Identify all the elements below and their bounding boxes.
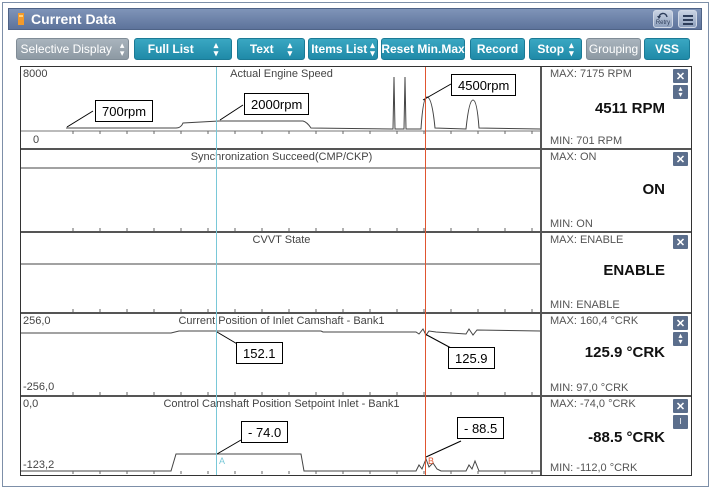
plot-sync: Synchronization Succeed(CMP/CKP) bbox=[21, 150, 542, 231]
plot-cvvt: CVVT State bbox=[21, 233, 542, 312]
plot-camshaft-setpoint: 0,0 -123,2 Control Camshaft Position Set… bbox=[21, 397, 542, 475]
stop-dropdown[interactable]: Stop ▴ ▾ bbox=[529, 38, 582, 60]
items-list-dropdown[interactable]: Items List ▴ ▾ bbox=[308, 38, 378, 60]
panel-camshaft-setpoint: 0,0 -123,2 Control Camshaft Position Set… bbox=[21, 397, 691, 475]
plot-engine-speed: 8000 0 Actual Engine Speed 700rpm 2000rp… bbox=[21, 67, 542, 148]
plot-camshaft-position: 256,0 -256,0 Current Position of Inlet C… bbox=[21, 314, 542, 395]
callout-2000rpm: 2000rpm bbox=[244, 93, 310, 115]
updown-icon[interactable]: ▴ ▾ bbox=[673, 332, 688, 346]
y-min-label: -256,0 bbox=[23, 381, 55, 393]
grouping-label: Grouping bbox=[588, 42, 639, 56]
close-icon[interactable]: ✕ bbox=[673, 316, 688, 330]
title-bar: Current Data Retry bbox=[8, 8, 702, 30]
callout-125-9: 125.9 bbox=[448, 347, 495, 369]
data-icon bbox=[18, 13, 24, 25]
menu-button[interactable] bbox=[678, 10, 697, 28]
selective-display-label: Selective Display bbox=[20, 42, 112, 56]
min-value: MIN: ENABLE bbox=[550, 299, 620, 311]
min-value: MIN: 701 RPM bbox=[550, 135, 623, 147]
current-value: ENABLE bbox=[603, 262, 665, 279]
cursor-a-label: A bbox=[219, 456, 226, 466]
info-sync: MAX: ON ON MIN: ON ✕ bbox=[544, 150, 691, 231]
max-value: MAX: 160,4 °CRK bbox=[550, 315, 639, 327]
items-list-label: Items List bbox=[311, 42, 368, 56]
panel-title: CVVT State bbox=[252, 234, 311, 246]
callout-700rpm: 700rpm bbox=[95, 100, 154, 122]
panel-camshaft-position: 256,0 -256,0 Current Position of Inlet C… bbox=[21, 314, 691, 397]
min-value: MIN: -112,0 °CRK bbox=[550, 462, 638, 474]
updown-icon: ▴ ▾ bbox=[119, 40, 125, 58]
text-label: Text bbox=[249, 42, 274, 56]
close-icon[interactable]: ✕ bbox=[673, 399, 688, 413]
current-value: 125.9 °CRK bbox=[584, 344, 665, 361]
grouping-button[interactable]: Grouping bbox=[586, 38, 641, 60]
cursor-b-label: B bbox=[428, 456, 435, 466]
record-label: Record bbox=[476, 42, 519, 56]
graph-area: 8000 0 Actual Engine Speed 700rpm 2000rp… bbox=[20, 66, 692, 476]
y-min-label: -123,2 bbox=[23, 459, 55, 471]
window-title: Current Data bbox=[31, 11, 116, 27]
close-icon[interactable]: ✕ bbox=[673, 235, 688, 249]
updown-icon: ▴ ▾ bbox=[370, 40, 375, 58]
retry-label: Retry bbox=[655, 20, 671, 26]
panel-sync: Synchronization Succeed(CMP/CKP) MAX: ON… bbox=[21, 150, 691, 233]
close-icon[interactable]: ✕ bbox=[673, 152, 688, 166]
panel-title: Current Position of Inlet Camshaft - Ban… bbox=[178, 315, 385, 327]
max-value: MAX: -74,0 °CRK bbox=[550, 398, 636, 410]
info-camshaft-setpoint: MAX: -74,0 °CRK -88.5 °CRK MIN: -112,0 °… bbox=[544, 397, 691, 475]
callout-152-1: 152.1 bbox=[236, 342, 283, 364]
record-button[interactable]: Record bbox=[470, 38, 525, 60]
updown-icon: ▴ ▾ bbox=[287, 40, 293, 58]
menu-icon bbox=[683, 23, 693, 25]
selective-display-button[interactable]: Selective Display ▴ ▾ bbox=[16, 38, 129, 60]
stop-label: Stop bbox=[537, 42, 565, 56]
updown-icon: ▴ ▾ bbox=[569, 40, 574, 58]
max-value: MAX: ENABLE bbox=[550, 234, 624, 246]
panel-title: Synchronization Succeed(CMP/CKP) bbox=[190, 151, 373, 163]
cursor-a-line[interactable] bbox=[216, 67, 217, 475]
current-value: -88.5 °CRK bbox=[588, 429, 665, 446]
reset-min-max-label: Reset Min.Max bbox=[381, 42, 465, 56]
callout-4500rpm: 4500rpm bbox=[451, 74, 517, 96]
full-list-dropdown[interactable]: Full List ▴ ▾ bbox=[134, 38, 232, 60]
reset-min-max-button[interactable]: Reset Min.Max bbox=[381, 38, 465, 60]
info-camshaft-position: MAX: 160,4 °CRK 125.9 °CRK MIN: 97,0 °CR… bbox=[544, 314, 691, 395]
updown-icon[interactable]: ▴ ▾ bbox=[673, 85, 688, 99]
panel-title: Control Camshaft Position Setpoint Inlet… bbox=[163, 398, 400, 410]
callout-minus-74: - 74.0 bbox=[241, 421, 289, 443]
info-engine-speed: MAX: 7175 RPM 4511 RPM MIN: 701 RPM ✕ ▴ ▾ bbox=[544, 67, 691, 148]
max-value: MAX: ON bbox=[550, 151, 597, 163]
menu-icon bbox=[683, 15, 693, 17]
toolbar: Selective Display ▴ ▾ Full List ▴ ▾ Text ▴… bbox=[8, 34, 702, 64]
updown-icon: ▴ ▾ bbox=[213, 40, 219, 58]
retry-button[interactable]: Retry bbox=[653, 10, 673, 28]
panel-engine-speed: 8000 0 Actual Engine Speed 700rpm 2000rp… bbox=[21, 67, 691, 150]
max-value: MAX: 7175 RPM bbox=[550, 68, 632, 80]
vss-label: VSS bbox=[654, 42, 679, 56]
text-dropdown[interactable]: Text ▴ ▾ bbox=[237, 38, 305, 60]
y-min-label: 0 bbox=[33, 134, 40, 146]
close-icon[interactable]: ✕ bbox=[673, 69, 688, 83]
updown-icon[interactable]: I bbox=[673, 415, 688, 429]
info-cvvt: MAX: ENABLE ENABLE MIN: ENABLE ✕ bbox=[544, 233, 691, 312]
menu-icon bbox=[683, 19, 693, 21]
cursor-b-line[interactable] bbox=[425, 67, 426, 475]
min-value: MIN: 97,0 °CRK bbox=[550, 382, 629, 394]
current-value: 4511 RPM bbox=[594, 100, 665, 117]
vss-button[interactable]: VSS bbox=[644, 38, 690, 60]
full-list-label: Full List bbox=[147, 42, 194, 56]
current-value: ON bbox=[642, 181, 666, 198]
panel-cvvt: CVVT State MAX: ENABLE ENABLE MIN: ENABL… bbox=[21, 233, 691, 314]
min-value: MIN: ON bbox=[550, 218, 593, 230]
callout-minus-88-5: - 88.5 bbox=[457, 417, 505, 439]
